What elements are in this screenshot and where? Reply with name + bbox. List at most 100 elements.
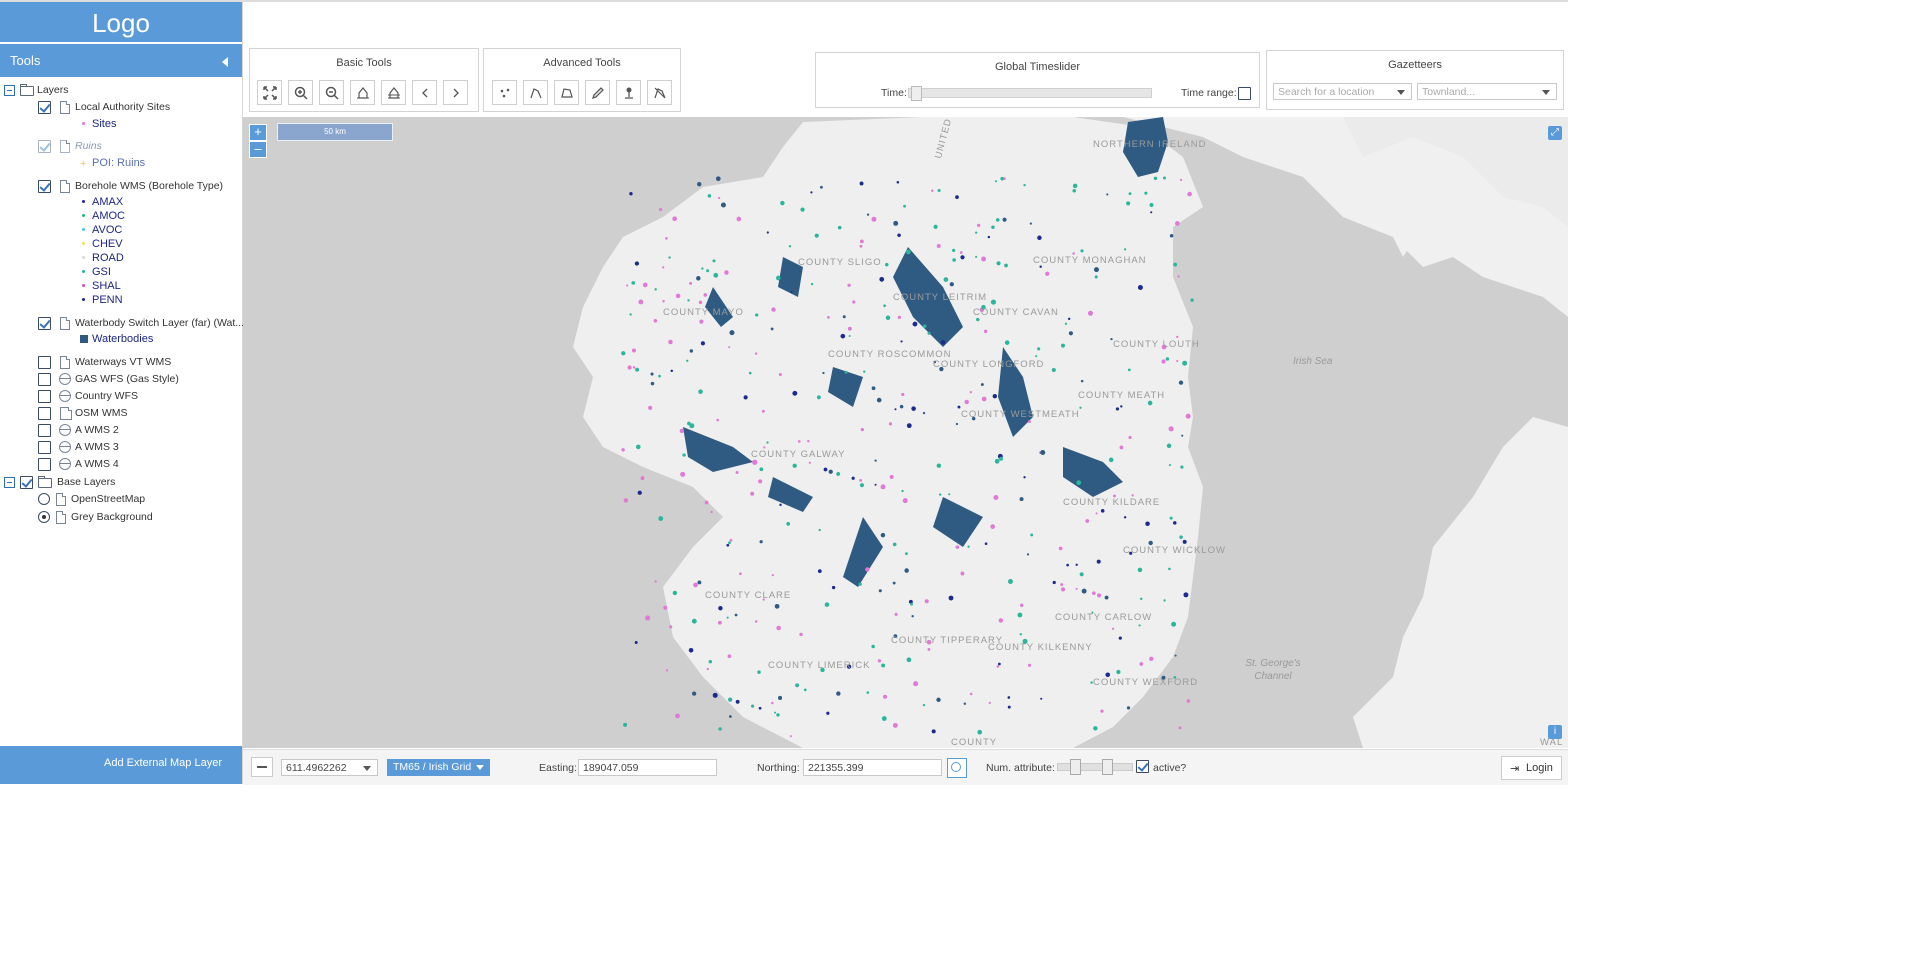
layer-label: OSM WMS [75,407,128,419]
zoom-box-button[interactable] [350,80,375,105]
layer-item[interactable]: Borehole WMS (Borehole Type) [0,178,242,194]
base-layer-radio[interactable] [38,493,50,505]
layer-item[interactable]: Local Authority Sites [0,99,242,115]
zoom-out-button[interactable]: – [249,141,267,158]
slider-handle-max[interactable] [1102,759,1113,775]
zoom-extent-button[interactable] [257,80,282,105]
site-marker [750,491,755,496]
site-marker [866,549,873,556]
layer-item[interactable]: A WMS 3 [0,439,242,455]
pin-button[interactable] [616,80,641,105]
collapse-icon[interactable] [4,85,15,96]
site-marker [984,542,988,546]
site-marker [1037,347,1041,351]
site-marker [1085,519,1090,523]
site-marker [883,304,886,308]
num-attribute-slider[interactable] [1057,759,1133,775]
active-checkbox[interactable] [1136,760,1149,773]
edit-button[interactable] [585,80,610,105]
collapse-icon[interactable] [4,477,15,488]
slider-handle-min[interactable] [1070,759,1081,775]
zoom-in-button[interactable]: + [249,124,267,141]
site-marker [1067,317,1071,321]
site-marker [938,493,942,496]
layer-checkbox[interactable] [38,458,51,471]
northing-field[interactable]: 221355.399 [803,759,942,776]
layer-item[interactable]: Waterbody Switch Layer (far) (Wat... [0,315,244,331]
easting-field[interactable]: 189047.059 [578,759,717,776]
layer-group-layers[interactable]: Layers [0,82,242,98]
clear-icon [654,87,666,99]
time-label: Time: [881,87,907,99]
layer-item[interactable]: Ruins [0,138,242,154]
minus-button[interactable] [251,757,273,777]
base-layer-label: Grey Background [71,511,153,523]
layer-item[interactable]: GAS WFS (Gas Style) [0,371,242,387]
site-marker [771,307,776,312]
zoom-box-out-button[interactable] [381,80,406,105]
add-external-layer-button[interactable]: Add External Map Layer [98,756,228,770]
site-marker [693,582,698,588]
layer-item[interactable]: A WMS 2 [0,422,242,438]
site-marker [922,411,926,415]
site-marker [770,327,774,331]
tools-header[interactable]: Tools [0,44,242,77]
collapse-sidebar-icon[interactable] [222,57,228,67]
projection-select[interactable]: TM65 / Irish Grid [387,759,490,776]
scale-select[interactable]: 611.4962262 [281,759,378,776]
layer-item[interactable]: Country WFS [0,388,242,404]
layer-checkbox[interactable] [38,180,51,193]
time-slider-handle[interactable] [911,86,922,101]
layer-item[interactable]: OSM WMS [0,405,242,421]
next-view-button[interactable] [443,80,468,105]
layer-checkbox[interactable] [38,317,51,330]
place-label: COUNTY GALWAY [751,449,846,460]
site-marker [817,569,822,573]
site-marker [669,625,673,629]
fullscreen-icon[interactable]: ⤢ [1548,126,1562,140]
site-marker [866,691,870,694]
site-marker [1052,580,1056,585]
townland-select[interactable]: Townland... [1417,83,1557,100]
site-marker [826,711,830,715]
draw-point-button[interactable] [492,80,517,105]
layer-checkbox[interactable] [38,441,51,454]
layer-checkbox[interactable] [38,424,51,437]
time-slider[interactable] [908,86,1152,101]
layer-checkbox[interactable] [38,373,51,386]
login-button[interactable]: ⇥ Login [1501,756,1562,780]
layer-checkbox[interactable] [38,390,51,403]
site-marker [757,670,761,674]
zoom-in-button[interactable] [288,80,313,105]
draw-polygon-button[interactable] [554,80,579,105]
map-viewport[interactable]: NORTHERN IRELAND COUNTY SLIGO COUNTY MAY… [243,117,1568,748]
info-button[interactable]: i [1548,725,1562,739]
place-label: COUNTY CAVAN [973,307,1059,318]
base-layer-radio[interactable] [38,511,50,523]
place-label: COUNTY LIMERICK [768,660,871,671]
clear-button[interactable] [647,80,672,105]
site-marker [688,647,694,653]
layer-checkbox[interactable] [38,407,51,420]
site-marker [1096,559,1101,564]
base-layer-label: OpenStreetMap [71,493,146,505]
time-range-checkbox[interactable] [1238,87,1251,100]
previous-view-button[interactable] [412,80,437,105]
layer-item[interactable]: Waterways VT WMS [0,354,242,370]
group-checkbox[interactable] [20,476,33,489]
site-marker [816,395,821,400]
location-search-select[interactable]: Search for a location [1273,83,1412,100]
draw-line-button[interactable] [523,80,548,105]
layer-item[interactable]: A WMS 4 [0,456,242,472]
layer-checkbox[interactable] [38,101,51,114]
site-marker [866,213,870,216]
site-marker [900,340,903,343]
zoom-out-button[interactable] [319,80,344,105]
layer-checkbox[interactable] [38,356,51,369]
site-marker [842,315,846,319]
base-layer-item[interactable]: Grey Background [0,509,242,525]
base-layer-item[interactable]: OpenStreetMap [0,491,242,507]
layer-checkbox[interactable] [38,140,51,153]
layer-group-base[interactable]: Base Layers [0,474,242,490]
locate-button[interactable] [947,758,967,778]
